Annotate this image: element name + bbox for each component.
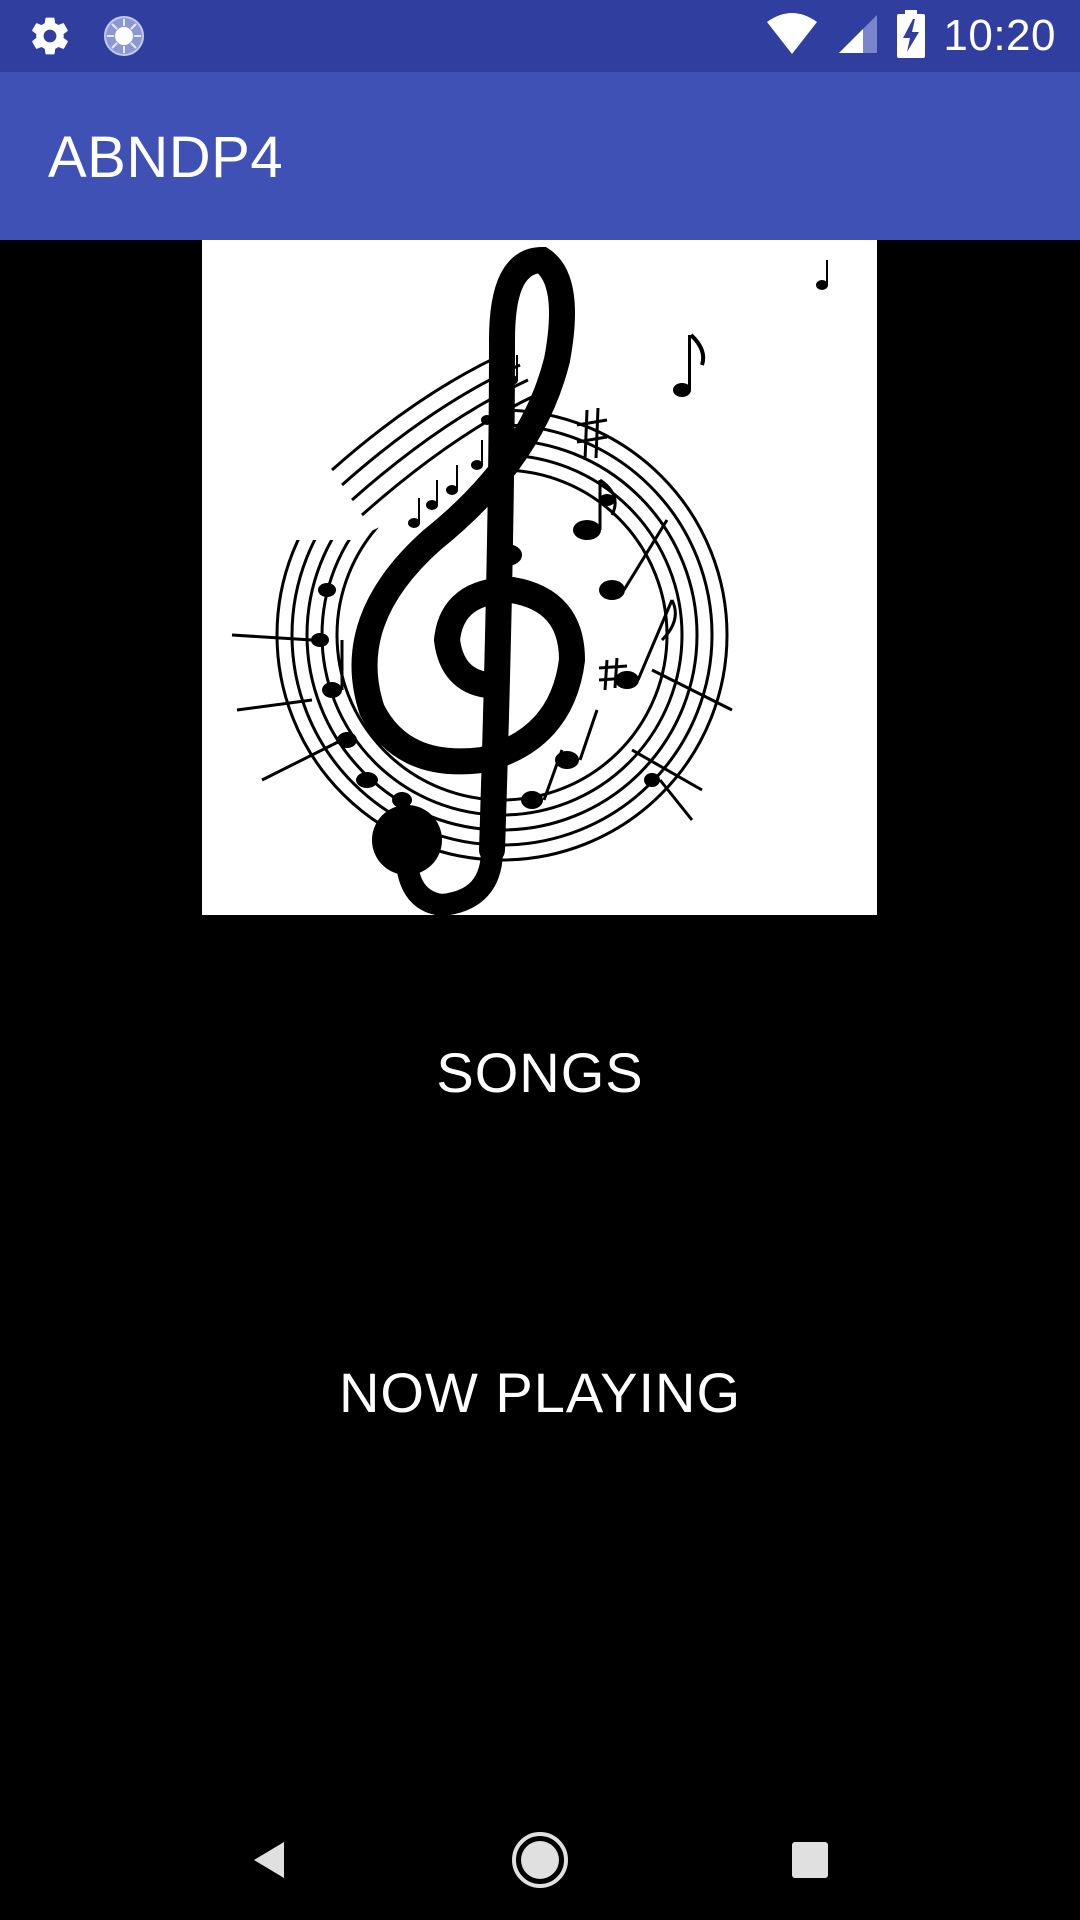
battery-charging-icon — [897, 9, 926, 63]
cellular-signal-icon — [837, 13, 879, 60]
settings-icon — [28, 14, 72, 63]
now-playing-button[interactable]: NOW PLAYING — [0, 1360, 1080, 1440]
navigation-bar — [0, 1800, 1080, 1920]
back-button[interactable] — [230, 1820, 310, 1900]
recents-button[interactable] — [770, 1820, 850, 1900]
back-icon — [254, 1842, 284, 1878]
status-time: 10:20 — [943, 11, 1056, 60]
app-title: ABNDP4 — [48, 125, 284, 190]
status-right-icons: 10:20 — [765, 9, 1056, 63]
app-bar: ABNDP4 — [0, 72, 1080, 240]
songs-button[interactable]: SONGS — [0, 1040, 1080, 1120]
recents-icon — [792, 1842, 828, 1878]
home-icon — [512, 1832, 568, 1888]
album-art-image — [202, 240, 877, 915]
status-left-icons — [28, 14, 146, 63]
status-bar: 10:20 — [0, 0, 1080, 72]
main-content: SONGS NOW PLAYING — [0, 240, 1080, 1800]
sync-icon — [102, 14, 146, 63]
wifi-icon — [765, 12, 819, 61]
treble-clef-music-notes-icon — [202, 240, 877, 915]
home-button[interactable] — [500, 1820, 580, 1900]
